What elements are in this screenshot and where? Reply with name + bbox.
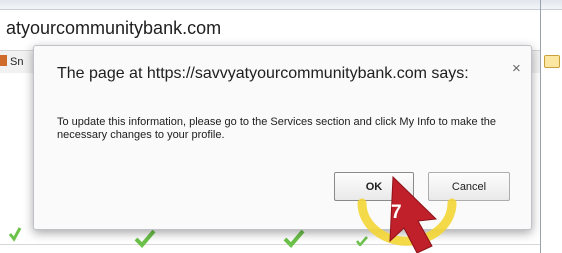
address-bar-text[interactable]: atyourcommunitybank.com	[6, 18, 221, 39]
bookmark-favicon-icon	[0, 55, 7, 66]
window-edge	[540, 0, 541, 253]
dialog-title: The page at https://savvyatyourcommunity…	[57, 65, 469, 82]
check-icon	[8, 227, 22, 242]
bookmark-folder-icon[interactable]	[544, 55, 560, 68]
check-icon	[134, 229, 156, 248]
bookmark-item[interactable]: Sn	[0, 55, 23, 68]
dialog-message: To update this information, please go to…	[57, 116, 497, 141]
alert-dialog: The page at https://savvyatyourcommunity…	[33, 45, 532, 230]
browser-top-strip	[0, 0, 562, 10]
cancel-button[interactable]: Cancel	[428, 172, 510, 201]
close-icon[interactable]: ×	[512, 60, 521, 77]
bookmark-label: Sn	[10, 56, 24, 68]
check-icon	[356, 236, 368, 246]
page-divider	[0, 244, 540, 245]
ok-button[interactable]: OK	[334, 172, 414, 201]
step-number-label: 7	[391, 202, 402, 223]
check-icon	[283, 229, 305, 248]
